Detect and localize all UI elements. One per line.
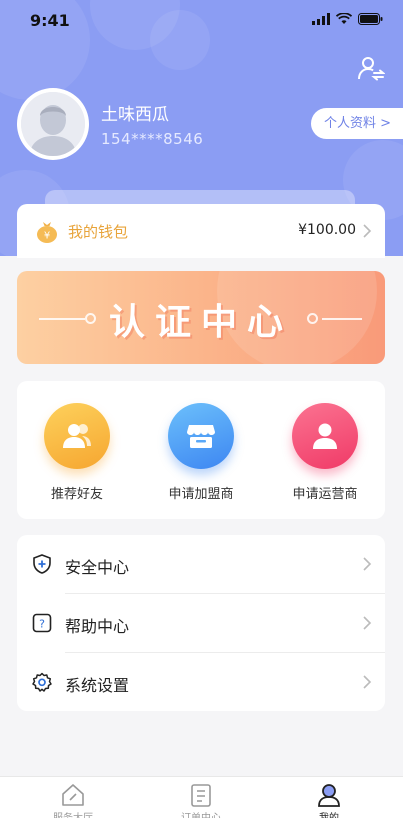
action-label: 推荐好友 bbox=[50, 487, 103, 502]
gear-icon bbox=[32, 672, 52, 692]
tab-label: 我的 bbox=[289, 809, 369, 818]
tab-label: 订单中心 bbox=[161, 809, 241, 818]
tab-label: 服务大厅 bbox=[33, 809, 113, 818]
wallet-balance: ¥100.00 bbox=[298, 222, 356, 238]
menu-item-label: 安全中心 bbox=[65, 558, 130, 577]
user-icon bbox=[318, 784, 340, 807]
menu-item-help[interactable]: ? 帮助中心 bbox=[17, 594, 385, 652]
chevron-right-icon bbox=[363, 557, 372, 571]
apply-franchise-button[interactable]: 申请加盟商 bbox=[151, 403, 251, 502]
tab-mine[interactable]: 我的 bbox=[289, 783, 369, 818]
svg-text:?: ? bbox=[39, 618, 45, 631]
username: 土味西瓜 bbox=[101, 105, 169, 125]
bottom-tab-bar: 服务大厅 订单中心 我的 bbox=[0, 776, 403, 818]
wallet-label: 我的钱包 bbox=[68, 223, 129, 241]
svg-text:¥: ¥ bbox=[44, 231, 50, 242]
signal-icon bbox=[312, 13, 330, 25]
wallet-row[interactable]: ¥ 我的钱包 ¥100.00 bbox=[17, 204, 385, 258]
settings-menu: 安全中心 ? 帮助中心 系统设置 bbox=[17, 535, 385, 711]
user-badge-icon bbox=[313, 423, 337, 449]
refer-friend-button[interactable]: 推荐好友 bbox=[27, 403, 127, 502]
menu-item-label: 系统设置 bbox=[65, 676, 130, 695]
battery-icon bbox=[358, 13, 383, 25]
menu-item-label: 帮助中心 bbox=[65, 617, 130, 636]
profile-details-button[interactable]: 个人资料 > bbox=[311, 108, 403, 139]
chevron-right-icon bbox=[363, 616, 372, 630]
users-icon bbox=[63, 424, 91, 448]
certification-banner[interactable]: 认证中心 bbox=[17, 271, 385, 364]
switch-account-icon[interactable] bbox=[357, 55, 385, 83]
profile-page: 9:41 土味西瓜 154****8546 个人资料 > ¥ 我的钱包 ¥100… bbox=[0, 0, 403, 818]
chevron-right-icon bbox=[363, 224, 372, 238]
phone-number: 154****8546 bbox=[101, 130, 204, 148]
store-icon bbox=[187, 425, 215, 448]
house-icon bbox=[62, 784, 84, 806]
help-icon: ? bbox=[32, 613, 52, 633]
wifi-icon bbox=[336, 13, 352, 24]
clipboard-icon bbox=[191, 784, 211, 807]
default-avatar-icon bbox=[21, 92, 85, 156]
status-bar: 9:41 bbox=[0, 0, 403, 44]
status-time: 9:41 bbox=[30, 11, 70, 30]
menu-item-settings[interactable]: 系统设置 bbox=[17, 653, 385, 711]
action-label: 申请运营商 bbox=[292, 487, 358, 502]
menu-item-security[interactable]: 安全中心 bbox=[17, 535, 385, 593]
avatar[interactable] bbox=[17, 88, 89, 160]
tab-service-hall[interactable]: 服务大厅 bbox=[33, 783, 113, 818]
action-label: 申请加盟商 bbox=[168, 487, 234, 502]
banner-title: 认证中心 bbox=[108, 302, 293, 343]
money-bag-icon: ¥ bbox=[37, 222, 57, 243]
chevron-right-icon bbox=[363, 675, 372, 689]
apply-operator-button[interactable]: 申请运营商 bbox=[275, 403, 375, 502]
shield-plus-icon bbox=[33, 554, 51, 574]
quick-actions: 推荐好友 申请加盟商 申请运营商 bbox=[17, 381, 385, 519]
tab-order-center[interactable]: 订单中心 bbox=[161, 783, 241, 818]
